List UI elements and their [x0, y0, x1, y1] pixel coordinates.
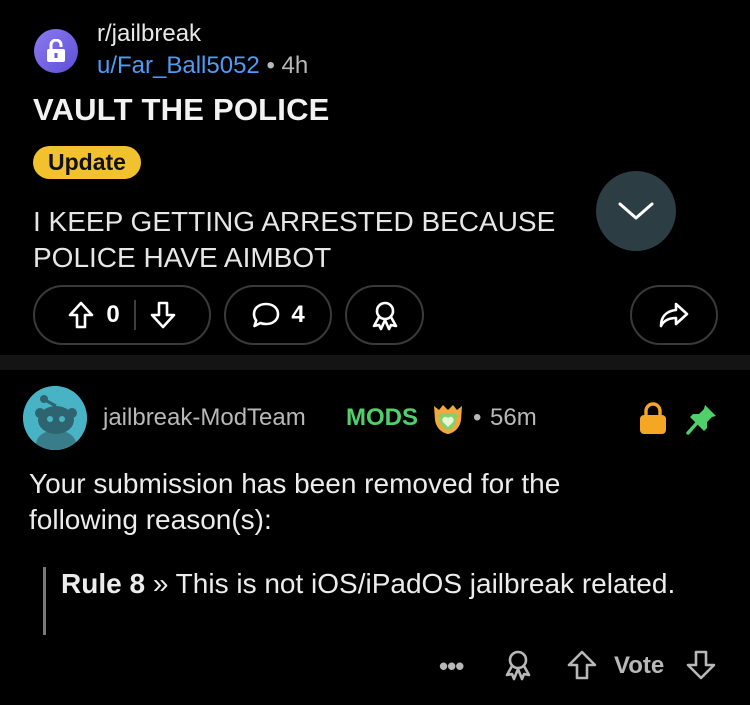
post-meta: u/Far_Ball5052 • 4h: [97, 52, 308, 80]
comment-award-button[interactable]: [502, 648, 534, 682]
comment-vote-label: Vote: [614, 652, 665, 679]
meta-separator: •: [266, 52, 275, 79]
comment-text: Your submission has been removed for the…: [29, 468, 561, 535]
speech-bubble-icon: [253, 302, 280, 328]
upvote-button[interactable]: [68, 301, 94, 329]
lock-icon: [47, 39, 65, 62]
arrow-up-icon: [69, 301, 94, 329]
rule-label: Rule 8: [61, 568, 146, 599]
quote-bar: [43, 567, 46, 635]
pin-icon: [685, 402, 719, 436]
post-age: 4h: [281, 52, 309, 79]
shield-icon: [434, 405, 462, 434]
rule-separator: »: [152, 568, 169, 599]
downvote-button[interactable]: [150, 301, 176, 329]
more-options-button[interactable]: •••: [439, 651, 464, 682]
mod-badge: [430, 402, 466, 436]
snoo-avatar-icon: [23, 386, 87, 450]
lock-icon: [639, 401, 667, 435]
arrow-up-icon: [567, 650, 597, 680]
award-icon: [505, 650, 531, 681]
post-vote-bar: 0: [33, 285, 211, 345]
vote-divider: [133, 300, 136, 330]
rule-text: This is not iOS/iPadOS jailbreak related…: [175, 568, 676, 599]
rule-quote: Rule 8 » This is not iOS/iPadOS jailbrea…: [61, 566, 681, 602]
chevron-down-icon: [618, 202, 654, 220]
subreddit-avatar[interactable]: [34, 29, 78, 73]
arrow-down-icon: [150, 301, 175, 329]
comment-author[interactable]: jailbreak-ModTeam: [103, 404, 306, 432]
section-divider: [0, 355, 750, 370]
comment-count: 4: [291, 301, 305, 328]
comment-avatar[interactable]: [23, 386, 87, 450]
post-score: 0: [106, 301, 120, 328]
post-body: I KEEP GETTING ARRESTED BECAUSE POLICE H…: [33, 206, 556, 273]
award-icon: [372, 301, 397, 331]
post-flair[interactable]: Update: [33, 146, 141, 179]
post-author[interactable]: u/Far_Ball5052: [97, 52, 260, 79]
comment-downvote-button[interactable]: [686, 650, 716, 680]
share-icon: [659, 302, 689, 328]
comment-upvote-button[interactable]: [567, 650, 597, 680]
arrow-down-icon: [686, 650, 716, 680]
award-button[interactable]: [345, 285, 424, 345]
comment-age: 56m: [490, 404, 537, 431]
mods-label: MODS: [346, 404, 418, 431]
comment-meta-separator: •: [473, 404, 482, 431]
share-button[interactable]: [630, 285, 718, 345]
subreddit-name[interactable]: r/jailbreak: [97, 20, 201, 48]
post-title: VAULT THE POLICE: [33, 92, 330, 127]
collapse-button[interactable]: [596, 171, 676, 251]
comments-button[interactable]: 4: [224, 285, 332, 345]
